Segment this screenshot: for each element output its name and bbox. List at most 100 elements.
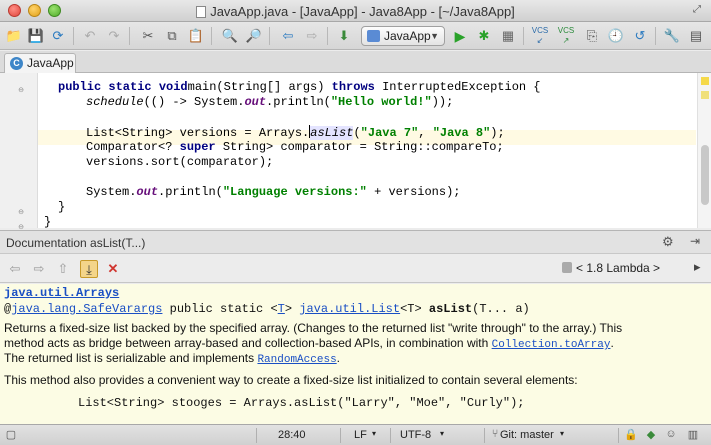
run-configuration-select[interactable]: JavaApp ▼ (361, 26, 445, 46)
vcs-compare-icon[interactable]: ⎘ (582, 26, 602, 46)
code-line[interactable]: List<String> versions = Arrays.asList("J… (86, 125, 505, 140)
randomaccess-link[interactable]: RandomAccess (257, 354, 336, 366)
editor-gutter[interactable]: ⊖ ⊖ ⊖ (0, 73, 38, 231)
vcs-branch[interactable]: Git: master (500, 429, 554, 441)
run-icon[interactable]: ▶ (450, 26, 470, 46)
code-token: (() -> System. (143, 95, 245, 109)
documentation-toolbar: ⇦ ⇨ ⇧ ⤓ ✕ < 1.8 Lambda > ▸ (0, 255, 711, 283)
code-line[interactable]: } (44, 215, 51, 230)
code-token: schedule (86, 95, 144, 109)
warning-marker[interactable] (701, 77, 709, 85)
code-token: List<String> versions = Arrays. (86, 126, 310, 140)
file-encoding[interactable]: UTF-8 (400, 429, 431, 441)
up-icon[interactable]: ⇧ (54, 260, 72, 278)
forward-icon[interactable]: ⇨ (30, 260, 48, 278)
annotation-link[interactable]: java.lang.SafeVarargs (11, 302, 162, 316)
documentation-title: Documentation asList(T...) (6, 236, 146, 250)
code-line[interactable]: } (58, 200, 65, 215)
back-icon[interactable]: ⇦ (6, 260, 24, 278)
code-token: + versions); (366, 185, 461, 199)
event-log-icon[interactable]: ◆ (644, 428, 658, 442)
fullscreen-icon[interactable]: ⤢ (693, 4, 705, 16)
find-icon[interactable]: 🔍 (220, 26, 240, 46)
scrollbar-thumb[interactable] (701, 145, 709, 205)
toolbar-separator (523, 27, 524, 45)
copy-icon[interactable]: ⧉ (162, 26, 182, 46)
code-token: main(String[] args) (187, 80, 332, 94)
close-icon[interactable]: ✕ (104, 260, 122, 278)
collection-toarray-link[interactable]: Collection.toArray (492, 339, 611, 351)
gear-icon[interactable]: ⚙ (662, 234, 674, 250)
lock-icon (562, 262, 572, 273)
open-folder-icon[interactable]: 📁 (4, 26, 24, 46)
toolbar-separator (327, 27, 328, 45)
code-token: , (418, 126, 433, 140)
replace-icon[interactable]: 🔎 (244, 26, 264, 46)
type-param-link[interactable]: T (278, 302, 285, 316)
code-line[interactable]: public static voidmain(String[] args) th… (58, 80, 541, 95)
code-token: super (179, 140, 216, 154)
memory-indicator-icon[interactable]: ▥ (686, 428, 700, 442)
code-token: ); (490, 126, 505, 140)
history-icon[interactable]: 🕘 (606, 26, 626, 46)
vcs-update-icon[interactable]: VCS ↙ (530, 26, 550, 46)
vcs-commit-icon[interactable]: VCS ↗ (556, 26, 576, 46)
window-title: JavaApp.java - [JavaApp] - Java8App - [~… (0, 4, 711, 19)
line-separator[interactable]: LF (354, 429, 367, 441)
caret-position[interactable]: 28:40 (278, 429, 306, 441)
hector-icon[interactable]: ☺ (664, 428, 678, 442)
cut-icon[interactable]: ✂ (138, 26, 158, 46)
settings-icon[interactable]: 🔧 (662, 26, 682, 46)
code-line[interactable]: System.out.println("Language versions:" … (86, 185, 461, 200)
code-token: versions.sort(comparator); (86, 155, 274, 169)
java-class-icon: C (10, 57, 23, 70)
toolbar-separator (269, 27, 270, 45)
toolbar-separator (211, 27, 212, 45)
warning-marker[interactable] (701, 91, 709, 99)
package-link[interactable]: java.util.Arrays (4, 286, 119, 301)
return-type-link[interactable]: java.util.List (299, 302, 400, 316)
code-line[interactable]: versions.sort(comparator); (86, 155, 273, 170)
tab-javaapp[interactable]: C JavaApp (4, 53, 76, 73)
language-level-indicator[interactable]: < 1.8 Lambda > (562, 261, 660, 275)
back-icon[interactable]: ⇦ (278, 26, 298, 46)
code-line[interactable]: Comparator<? super String> comparator = … (86, 140, 504, 155)
status-separator (256, 428, 257, 443)
editor-tabs: C JavaApp (0, 51, 711, 73)
code-token: "Java 8" (432, 126, 491, 140)
code-line[interactable]: schedule(() -> System.out.println("Hello… (86, 95, 453, 110)
documentation-content: java.util.Arrays @java.lang.SafeVarargs … (0, 284, 711, 424)
hide-panel-icon[interactable]: ⇥ (690, 234, 700, 248)
status-separator (390, 428, 391, 443)
code-token: out (244, 95, 267, 109)
code-token: String> comparator = String::compareTo; (215, 140, 504, 154)
forward-icon[interactable]: ⇨ (302, 26, 322, 46)
sync-icon[interactable]: ⟳ (48, 26, 68, 46)
build-icon[interactable]: ⬇ (334, 26, 354, 46)
chevron-right-icon[interactable]: ▸ (694, 259, 701, 275)
fold-marker-icon[interactable]: ⊖ (17, 209, 25, 217)
coverage-icon[interactable]: ▦ (498, 26, 518, 46)
title-bar: JavaApp.java - [JavaApp] - Java8App - [~… (0, 0, 711, 22)
save-icon[interactable]: 💾 (26, 26, 46, 46)
code-token: System. (86, 185, 137, 199)
code-token: .println( (266, 95, 331, 109)
editor-vertical-scrollbar[interactable] (697, 73, 711, 228)
code-editor[interactable]: ⊖ ⊖ ⊖ public static voidmain(String[] ar… (0, 73, 711, 231)
toolbar-separator (129, 27, 130, 45)
redo-icon[interactable]: ↷ (104, 26, 124, 46)
description-line: The returned list is serializable and im… (4, 351, 341, 366)
undo-icon[interactable]: ↶ (80, 26, 100, 46)
lock-icon[interactable]: 🔒 (624, 428, 638, 442)
tool-windows-icon[interactable]: ▢ (4, 428, 18, 442)
chevron-down-icon: ▼ (430, 31, 439, 41)
project-structure-icon[interactable]: ▤ (686, 26, 706, 46)
code-token: throws (331, 80, 375, 94)
code-token: "Language versions:" (222, 185, 367, 199)
fold-marker-icon[interactable]: ⊖ (17, 87, 25, 95)
revert-icon[interactable]: ↺ (630, 26, 650, 46)
debug-icon[interactable]: ✱ (474, 26, 494, 46)
document-icon (196, 6, 207, 18)
paste-icon[interactable]: 📋 (186, 26, 206, 46)
auto-update-icon[interactable]: ⤓ (80, 260, 98, 278)
